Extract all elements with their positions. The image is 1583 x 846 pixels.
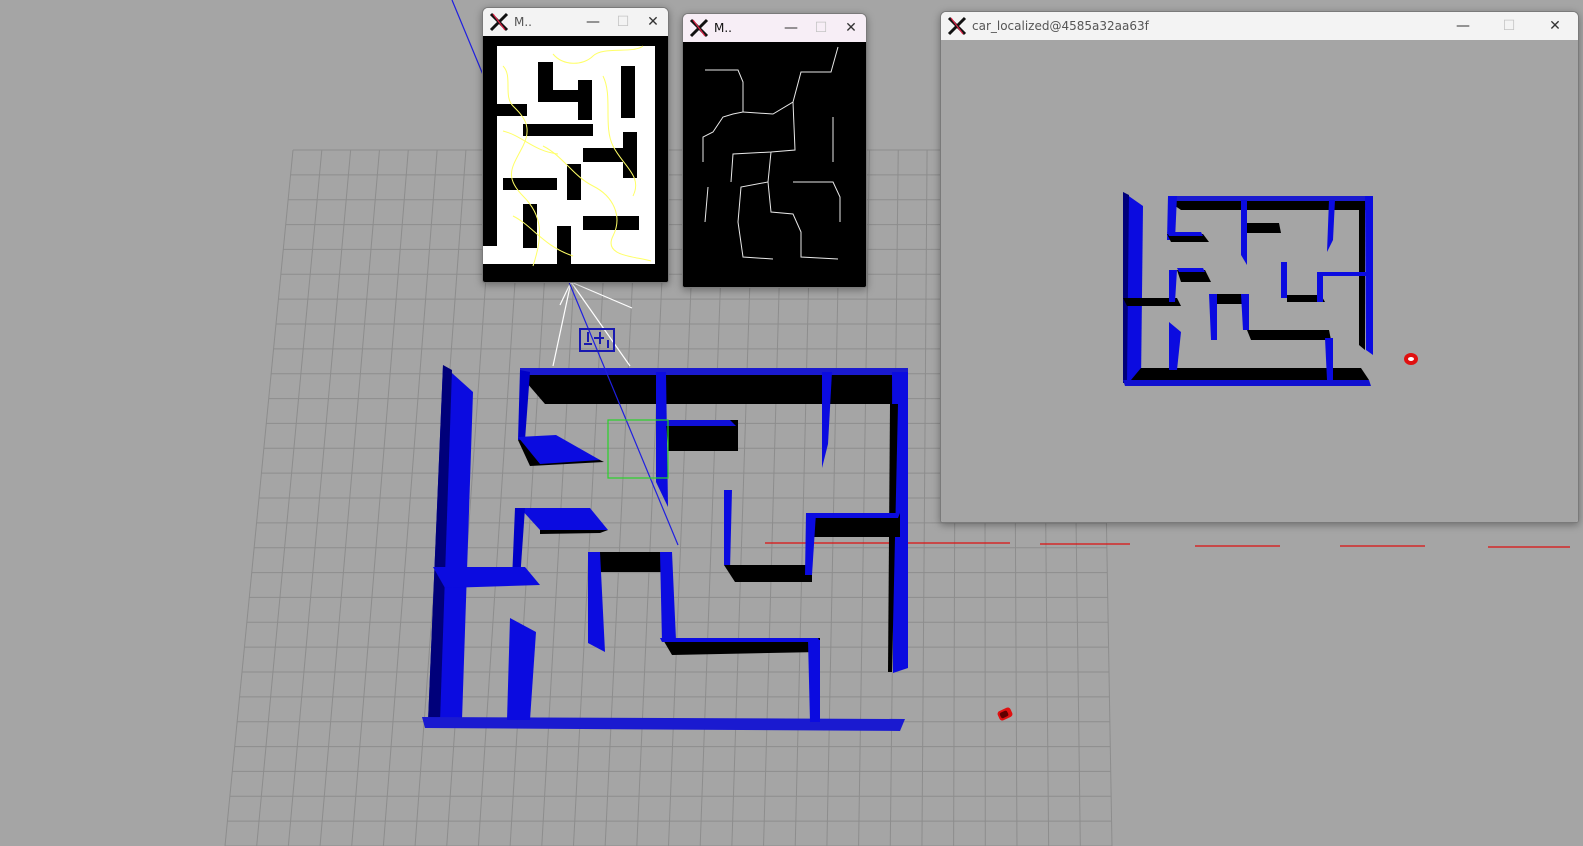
localized-robot-icon [1404, 353, 1418, 365]
path-window-titlebar[interactable]: M.. — ☐ ✕ [483, 8, 668, 36]
localized-view-canvas [941, 40, 1578, 522]
path-planning-window[interactable]: M.. — ☐ ✕ [482, 7, 669, 283]
close-icon[interactable]: ✕ [836, 14, 866, 42]
x11-logo-icon [489, 12, 509, 32]
close-icon[interactable]: ✕ [638, 8, 668, 36]
localized-window-titlebar[interactable]: car_localized@4585a32aa63f — ☐ ✕ [941, 12, 1578, 40]
car-localized-window[interactable]: car_localized@4585a32aa63f — ☐ ✕ [940, 11, 1579, 523]
path-map-canvas [483, 36, 668, 282]
maximize-icon: ☐ [616, 14, 630, 30]
maximize-icon: ☐ [1502, 18, 1516, 34]
close-icon[interactable]: ✕ [1532, 12, 1578, 40]
graph-window-titlebar[interactable]: M.. — ☐ ✕ [683, 14, 866, 42]
localized-maze [1123, 192, 1373, 386]
graph-canvas [683, 42, 866, 287]
robot-car[interactable] [997, 707, 1014, 722]
graph-window[interactable]: M.. — ☐ ✕ [682, 13, 867, 288]
minimize-icon[interactable]: — [578, 8, 608, 36]
x11-logo-icon [689, 18, 709, 38]
x-axis-line [765, 542, 1570, 548]
minimize-icon[interactable]: — [776, 14, 806, 42]
path-window-title: M.. [514, 15, 532, 29]
localized-window-title: car_localized@4585a32aa63f [972, 19, 1149, 33]
graph-window-title: M.. [714, 21, 732, 35]
maze-thumbnail-icon [579, 328, 615, 352]
maximize-icon: ☐ [814, 20, 828, 36]
x11-logo-icon [947, 16, 967, 36]
minimize-icon[interactable]: — [1440, 12, 1486, 40]
